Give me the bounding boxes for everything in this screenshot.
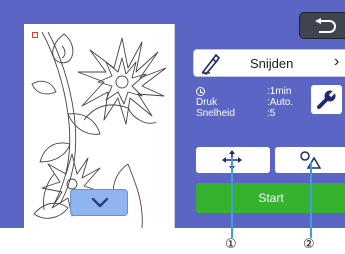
callout-1: ① [225, 237, 237, 252]
chevron-down-icon [91, 197, 109, 208]
pressure-label: Druk [196, 97, 218, 108]
pressure-value: :Auto. [267, 97, 294, 108]
callout-line-edit [310, 162, 312, 238]
move-button[interactable] [196, 147, 270, 173]
machine-screen: Snijden › :1min Druk :Auto. Snelheid :5 [0, 0, 345, 228]
cut-info: :1min Druk :Auto. Snelheid :5 [196, 86, 306, 128]
back-button[interactable] [299, 12, 345, 39]
wrench-icon [317, 89, 337, 109]
callout-2: ② [303, 237, 315, 252]
time-row: :1min [196, 86, 306, 97]
time-value: :1min [267, 86, 292, 97]
mode-label: Snijden [250, 56, 294, 71]
mode-selector[interactable]: Snijden › [193, 49, 345, 77]
return-icon [315, 18, 336, 33]
speed-label: Snelheid [196, 108, 235, 119]
start-label: Start [258, 191, 284, 205]
start-button[interactable]: Start [196, 183, 345, 213]
speed-row: Snelheid :5 [196, 108, 306, 119]
callout-line-move [231, 157, 233, 238]
clock-icon [196, 87, 205, 96]
speed-value: :5 [267, 108, 276, 119]
pressure-row: Druk :Auto. [196, 97, 306, 108]
scroll-down-button[interactable] [70, 189, 128, 216]
settings-button[interactable] [311, 85, 342, 114]
chevron-right-icon: › [334, 53, 340, 70]
pen-icon [201, 53, 221, 75]
